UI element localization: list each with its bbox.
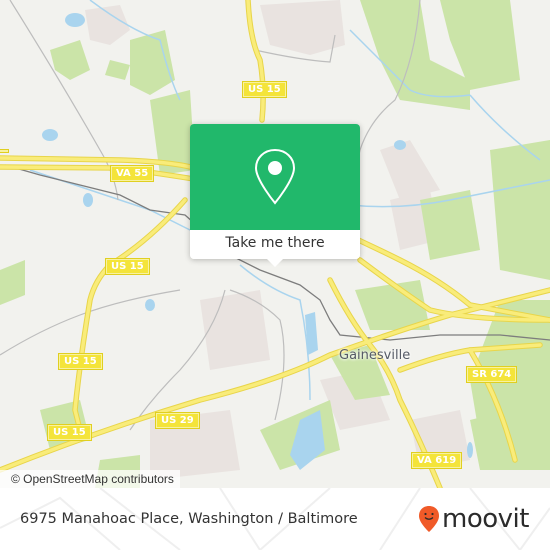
popup-pointer	[266, 258, 284, 267]
road-shield-us-15: US 15	[242, 81, 287, 98]
footer-bar: 6975 Manahoac Place, Washington / Baltim…	[0, 488, 550, 550]
road-shield-us-29: US 29	[155, 412, 200, 429]
road-shield-us-15: US 15	[47, 424, 92, 441]
moovit-logo[interactable]: moovit	[418, 503, 529, 535]
moovit-wordmark: moovit	[442, 504, 529, 534]
road-shield-va-619: VA 619	[410, 452, 463, 469]
road-shield-va-55: VA 55	[109, 165, 155, 182]
address-text: 6975 Manahoac Place, Washington / Baltim…	[20, 511, 358, 527]
location-popup: Take me there	[190, 124, 360, 267]
road-shield-us-15: US 15	[58, 353, 103, 370]
popup-header	[190, 124, 360, 230]
moovit-smiley-pin-icon	[419, 506, 439, 532]
take-me-there-button[interactable]: Take me there	[190, 230, 360, 259]
map-view[interactable]: US 15 VA 55 US 15 US 15 US 15 US 29 SR 6…	[0, 0, 550, 488]
map-attribution[interactable]: © OpenStreetMap contributors	[0, 470, 180, 488]
map-pin-icon	[254, 148, 296, 205]
road-shield-edge	[0, 149, 9, 153]
road-shield-us-15: US 15	[105, 258, 150, 275]
place-label-gainesville: Gainesville	[339, 348, 411, 363]
road-shield-sr-674: SR 674	[465, 366, 518, 383]
